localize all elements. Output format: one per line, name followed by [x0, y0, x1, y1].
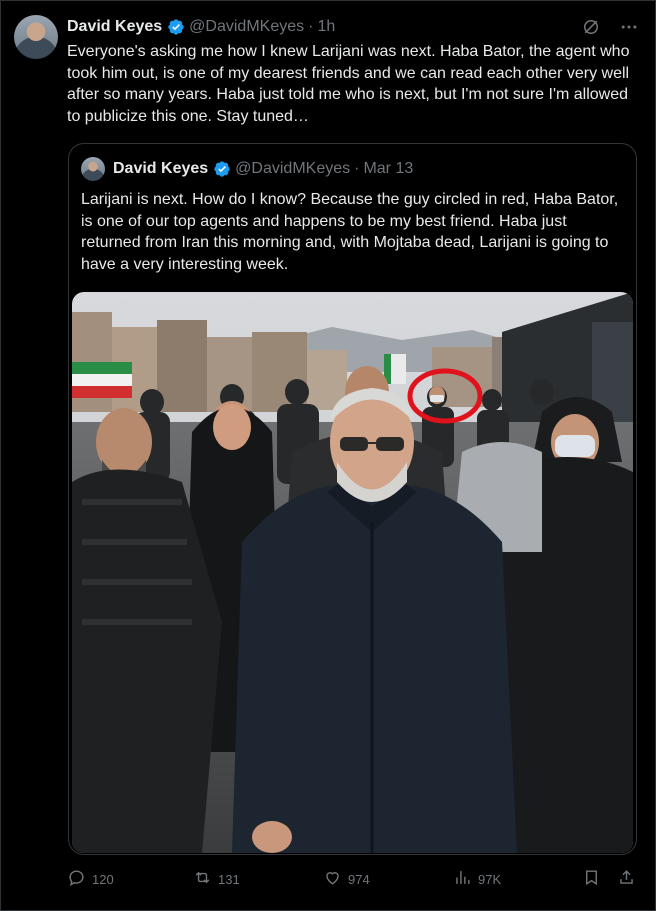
verified-badge-icon: [167, 18, 185, 36]
quoted-text: Larijani is next. How do I know? Because…: [81, 191, 619, 273]
repost-count: 131: [218, 871, 240, 887]
bookmark-button[interactable]: [582, 868, 601, 890]
avatar[interactable]: [14, 15, 58, 59]
timestamp[interactable]: 1h: [317, 18, 335, 36]
more-icon[interactable]: [619, 17, 639, 37]
views-count: 97K: [478, 871, 502, 887]
author-name[interactable]: David Keyes: [67, 18, 162, 36]
separator: ·: [354, 160, 360, 177]
bookmark-icon: [582, 868, 601, 890]
quoted-timestamp: Mar 13: [363, 160, 414, 177]
separator: ·: [308, 18, 314, 35]
repost-button[interactable]: 131: [193, 868, 240, 890]
quoted-tweet[interactable]: David Keyes @DavidMKeyes · Mar 13 Larija…: [68, 143, 637, 855]
tweet-text: Everyone's asking me how I knew Larijani…: [67, 43, 630, 125]
like-button[interactable]: 974: [323, 868, 370, 890]
header-actions: [581, 17, 639, 37]
reply-icon: [67, 868, 86, 890]
tweet-container: David Keyes @DavidMKeyes · 1h Everyone's…: [0, 0, 656, 911]
author-handle[interactable]: @DavidMKeyes: [189, 18, 304, 36]
repost-icon: [193, 868, 212, 890]
share-icon: [617, 868, 636, 890]
tweet-header: David Keyes @DavidMKeyes · 1h: [67, 17, 639, 37]
quoted-avatar: [81, 157, 105, 181]
like-icon: [323, 868, 342, 890]
crowd-photo-illustration: [72, 292, 633, 853]
share-button[interactable]: [617, 868, 636, 890]
views-icon: [453, 868, 472, 890]
action-bar: 120 131 974 97K: [67, 867, 639, 891]
quoted-photo[interactable]: [72, 292, 633, 853]
grok-icon[interactable]: [581, 17, 601, 37]
reply-button[interactable]: 120: [67, 868, 114, 890]
like-count: 974: [348, 871, 370, 887]
verified-badge-icon: [213, 160, 231, 178]
quoted-header: David Keyes @DavidMKeyes · Mar 13: [81, 157, 414, 181]
quoted-author-handle: @DavidMKeyes: [235, 160, 351, 177]
views-button[interactable]: 97K: [453, 868, 501, 890]
reply-count: 120: [92, 871, 114, 887]
quoted-author-name: David Keyes: [113, 160, 209, 177]
